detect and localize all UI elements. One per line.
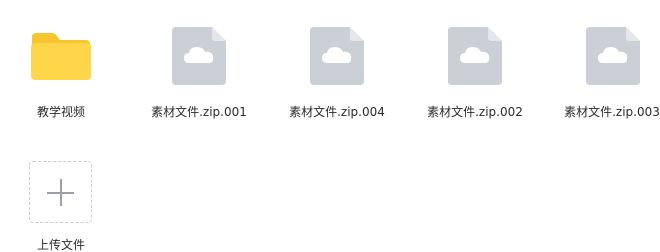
- file-name-label: 素材文件.zip.003: [564, 105, 660, 119]
- file-name-label: 教学视频: [36, 105, 86, 119]
- cloud-file-icon: [448, 27, 502, 85]
- upload-button[interactable]: [29, 161, 92, 223]
- cloud-file-icon: [586, 27, 640, 85]
- file-name-label: 素材文件.zip.001: [151, 105, 247, 119]
- file-name-label: 素材文件.zip.002: [427, 105, 523, 119]
- folder-item-jiaoxue-shipin[interactable]: 教学视频: [0, 0, 120, 130]
- file-item-zip-004[interactable]: 素材文件.zip.004: [278, 0, 398, 130]
- upload-file-item[interactable]: 上传文件: [0, 150, 120, 252]
- file-grid: 教学视频 素材文件.zip.001 素材文件.zip.004 素材文件.zip.…: [0, 0, 660, 252]
- upload-label: 上传文件: [36, 238, 86, 252]
- file-name-label: 素材文件.zip.004: [289, 105, 385, 119]
- cloud-file-icon: [172, 27, 226, 85]
- plus-icon-vertical: [60, 179, 62, 206]
- folder-icon: [31, 33, 91, 80]
- file-item-zip-002[interactable]: 素材文件.zip.002: [416, 0, 536, 130]
- file-item-zip-003[interactable]: 素材文件.zip.003: [552, 0, 660, 130]
- cloud-file-icon: [310, 27, 364, 85]
- file-item-zip-001[interactable]: 素材文件.zip.001: [140, 0, 260, 130]
